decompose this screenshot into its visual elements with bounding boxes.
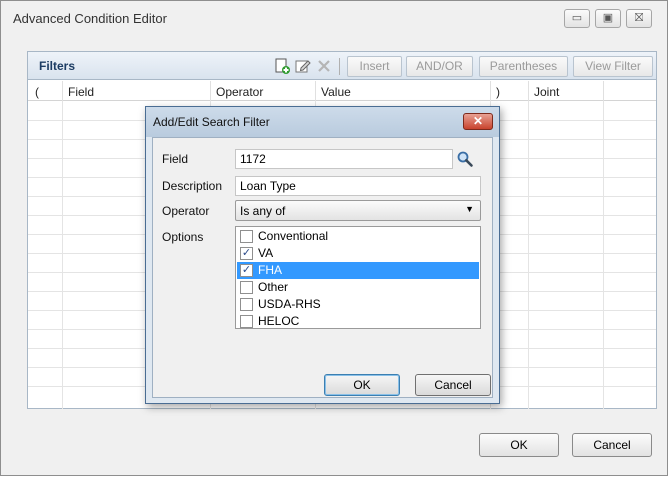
parentheses-button[interactable]: Parentheses — [479, 56, 568, 77]
dialog-title: Add/Edit Search Filter — [153, 115, 270, 129]
minimize-button[interactable]: ▭ — [564, 9, 590, 28]
dialog-titlebar: Add/Edit Search Filter ✕ — [146, 107, 499, 137]
option-label: HELOC — [258, 314, 300, 328]
search-icon[interactable] — [456, 150, 474, 168]
and-or-button[interactable]: AND/OR — [406, 56, 473, 77]
column-joint[interactable]: Joint — [534, 85, 559, 99]
dialog-close-button[interactable]: ✕ — [463, 113, 493, 130]
dialog-ok-button[interactable]: OK — [324, 374, 400, 396]
field-input[interactable]: 1172 — [235, 149, 453, 169]
option-label: USDA-RHS — [258, 297, 321, 311]
filters-toolbar: Filters Insert AND/OR Parentheses View F… — [28, 52, 656, 80]
options-label: Options — [162, 230, 204, 244]
chevron-down-icon: ▼ — [465, 204, 474, 214]
description-input[interactable]: Loan Type — [235, 176, 481, 196]
column-divider — [603, 81, 604, 101]
delete-filter-icon[interactable] — [316, 58, 332, 74]
field-label: Field — [162, 152, 189, 166]
option-label: VA — [258, 246, 274, 260]
checkbox-fha[interactable]: ✓ — [240, 264, 253, 277]
checkbox-other[interactable] — [240, 281, 253, 294]
option-label: Other — [258, 280, 289, 294]
column-divider — [210, 81, 211, 101]
add-filter-icon[interactable] — [274, 58, 290, 74]
window-title: Advanced Condition Editor — [13, 11, 167, 26]
operator-label: Operator — [162, 204, 210, 218]
column-divider — [315, 81, 316, 101]
operator-select-value: Is any of — [240, 204, 286, 218]
description-label: Description — [162, 179, 223, 193]
column-operator[interactable]: Operator — [216, 85, 263, 99]
checkbox-conventional[interactable] — [240, 230, 253, 243]
ok-button[interactable]: OK — [479, 433, 559, 457]
option-conventional[interactable]: Conventional — [237, 228, 479, 245]
option-va[interactable]: ✓ VA — [237, 245, 479, 262]
column-divider — [62, 81, 63, 101]
maximize-button[interactable]: ▣ — [595, 9, 621, 28]
add-edit-search-filter-dialog: Add/Edit Search Filter ✕ Field 1172 Desc… — [145, 106, 500, 404]
option-label: FHA — [258, 263, 282, 277]
close-button[interactable]: ⛝ — [626, 9, 652, 28]
option-fha[interactable]: ✓ FHA — [237, 262, 479, 279]
column-divider — [528, 81, 529, 101]
checkbox-va[interactable]: ✓ — [240, 247, 253, 260]
operator-select[interactable]: Is any of ▼ — [235, 200, 481, 221]
grid-column-line — [62, 101, 63, 409]
option-label: Conventional — [258, 229, 329, 243]
column-field[interactable]: Field — [68, 85, 94, 99]
column-close-paren[interactable]: ) — [496, 85, 500, 99]
option-heloc[interactable]: HELOC — [237, 313, 479, 330]
column-value[interactable]: Value — [321, 85, 351, 99]
dialog-cancel-button[interactable]: Cancel — [415, 374, 491, 396]
checkbox-heloc[interactable] — [240, 315, 253, 328]
view-filter-button[interactable]: View Filter — [573, 56, 653, 77]
edit-filter-icon[interactable] — [295, 58, 311, 74]
insert-button[interactable]: Insert — [347, 56, 402, 77]
grid-column-line — [603, 101, 604, 409]
toolbar-separator — [339, 58, 340, 75]
column-divider — [490, 81, 491, 101]
grid-column-line — [528, 101, 529, 409]
filters-title: Filters — [39, 59, 76, 73]
option-other[interactable]: Other — [237, 279, 479, 296]
checkbox-usda-rhs[interactable] — [240, 298, 253, 311]
options-list: Conventional ✓ VA ✓ FHA Other USDA-RHS H… — [235, 226, 481, 329]
cancel-button[interactable]: Cancel — [572, 433, 652, 457]
option-usda-rhs[interactable]: USDA-RHS — [237, 296, 479, 313]
filters-grid-header: ( Field Operator Value ) Joint — [28, 81, 656, 101]
dialog-body: Field 1172 Description Loan Type Operato… — [152, 137, 493, 398]
column-open-paren[interactable]: ( — [35, 85, 39, 99]
